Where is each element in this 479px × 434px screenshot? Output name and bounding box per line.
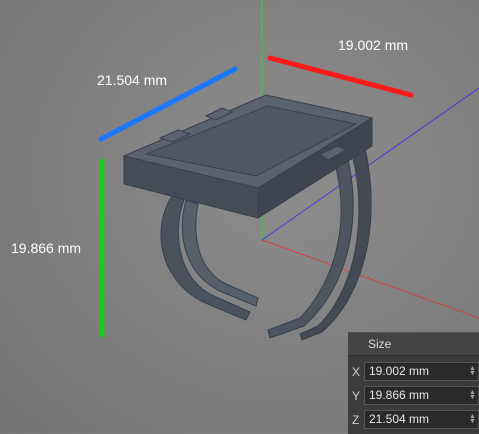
spinner-arrows-icon[interactable]: ▲ ▼ [469,413,476,425]
size-axis-label-z: Z [352,413,360,427]
size-panel-title: Size [348,333,479,356]
size-x-input[interactable]: 19.002 mm ▲ ▼ [364,362,479,381]
size-x-value: 19.002 mm [369,364,430,378]
dimension-x-bar [267,55,414,98]
size-axis-label-y: Y [352,389,361,403]
ring-band-back [160,195,251,321]
dimension-x-label: 19.002 mm [338,37,409,53]
size-z-input[interactable]: 21.504 mm ▲ ▼ [364,410,479,429]
size-row-z: Z 21.504 mm ▲ ▼ [348,409,479,431]
size-axis-label-x: X [352,365,361,379]
size-row-x: X 19.002 mm ▲ ▼ [348,361,479,383]
size-y-input[interactable]: 19.866 mm ▲ ▼ [364,386,479,405]
size-z-value: 21.504 mm [369,412,430,426]
size-y-value: 19.866 mm [369,388,430,402]
size-row-y: Y 19.866 mm ▲ ▼ [348,385,479,407]
size-panel: Size X 19.002 mm ▲ ▼ Y 19.866 mm ▲ ▼ Z 21.… [348,332,479,434]
ring-model [122,94,374,341]
spinner-arrows-icon[interactable]: ▲ ▼ [469,389,476,401]
dimension-z-label: 21.504 mm [97,72,168,88]
dimension-y-label: 19.866 mm [11,240,82,256]
world-x-axis-line [261,239,479,319]
spinner-arrows-icon[interactable]: ▲ ▼ [469,365,476,377]
